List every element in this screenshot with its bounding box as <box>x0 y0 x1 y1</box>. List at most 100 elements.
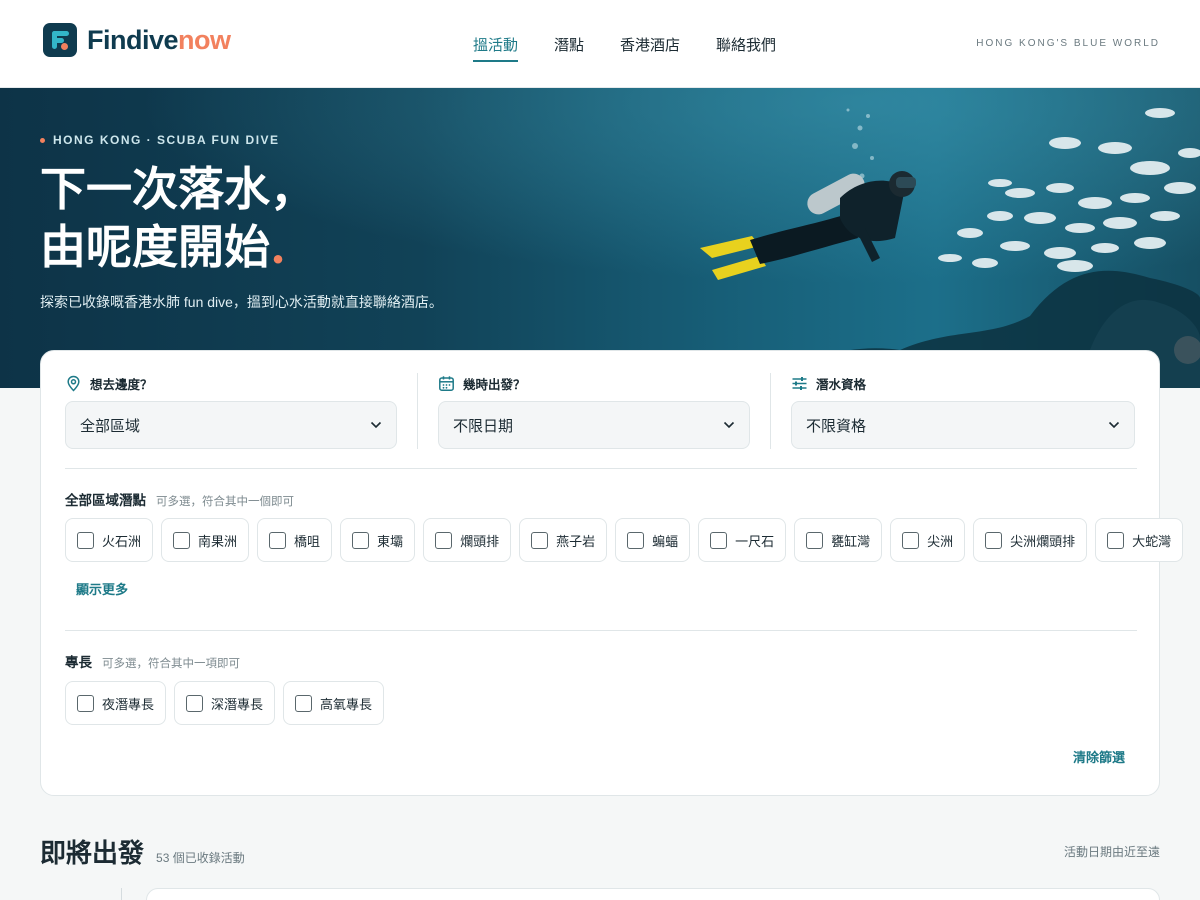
location-filter-label: 想去邊度？ <box>65 373 397 393</box>
checkbox[interactable] <box>710 531 728 549</box>
checkbox[interactable] <box>186 694 204 712</box>
filter-divider <box>770 373 771 449</box>
certification-select[interactable]: 不限資格 <box>791 401 1135 449</box>
certification-filter-label: 潛水資格 <box>791 373 1135 393</box>
sliders-icon <box>792 376 807 390</box>
dive-site-label: 橋咀 <box>294 534 321 550</box>
checkbox[interactable] <box>295 694 313 712</box>
hero-eyebrow-text: HONG KONG · SCUBA FUN DIVE <box>53 133 280 147</box>
dive-sites-section-header: 全部區域潛點 可多選，符合其中一個即可 <box>65 489 294 509</box>
checkbox[interactable] <box>806 531 824 549</box>
certification-select-value: 不限資格 <box>806 417 867 435</box>
specialties-hint: 可多選，符合其中一項即可 <box>102 658 240 670</box>
results-title: 即將出發 <box>40 839 145 869</box>
date-select-value: 不限日期 <box>453 417 514 435</box>
checkbox[interactable] <box>77 531 94 549</box>
activity-card[interactable] <box>146 888 1160 900</box>
date-filter-label: 幾時出發？ <box>438 373 750 393</box>
dive-site-label: 蝙蝠 <box>652 534 679 550</box>
dive-site-label: 尖洲 <box>927 534 954 550</box>
checkbox[interactable] <box>269 531 287 549</box>
brand-logo[interactable]: Findivenow <box>43 23 231 57</box>
section-divider <box>65 630 1137 631</box>
main-nav: 搵活動 潛點 香港酒店 聯絡我們 <box>473 34 776 62</box>
nav-find-activities[interactable]: 搵活動 <box>473 34 519 62</box>
checkbox[interactable] <box>352 531 370 549</box>
site-header: Findivenow 搵活動 潛點 香港酒店 聯絡我們 HONG KONG'S … <box>0 0 1200 88</box>
nav-hk-hotels[interactable]: 香港酒店 <box>620 34 680 59</box>
section-divider <box>65 468 1137 469</box>
date-filter-label-text: 幾時出發？ <box>463 377 526 392</box>
specialty-option[interactable]: 深潛專長 <box>174 681 276 725</box>
certification-filter: 潛水資格 不限資格 <box>791 373 1135 449</box>
chevron-down-icon <box>723 421 735 429</box>
dive-site-option[interactable]: 甕缸灣 <box>794 518 883 562</box>
checkbox[interactable] <box>435 531 453 549</box>
brand-name: Findivenow <box>87 25 231 56</box>
certification-filter-label-text: 潛水資格 <box>816 377 867 392</box>
nav-dive-sites[interactable]: 潛點 <box>554 34 584 59</box>
dive-sites-title: 全部區域潛點 <box>65 493 146 508</box>
specialties-title: 專長 <box>65 655 92 670</box>
location-pin-icon <box>67 375 80 392</box>
dive-site-label: 甕缸灣 <box>831 534 871 550</box>
dive-site-option[interactable]: 南果洲 <box>161 518 250 562</box>
date-select[interactable]: 不限日期 <box>438 401 750 449</box>
specialty-option[interactable]: 高氧專長 <box>283 681 385 725</box>
eyebrow-dot-icon <box>40 137 45 143</box>
dive-site-option[interactable]: 東壩 <box>340 518 416 562</box>
dive-site-option[interactable]: 燕子岩 <box>519 518 608 562</box>
dive-site-option[interactable]: 一尺石 <box>698 518 787 562</box>
dive-site-label: 尖洲爛頭排 <box>1010 534 1076 550</box>
dive-site-label: 燕子岩 <box>556 534 596 550</box>
chevron-down-icon <box>370 421 382 429</box>
dive-site-option[interactable]: 尖洲爛頭排 <box>973 518 1088 562</box>
checkbox[interactable] <box>173 531 191 549</box>
checkbox[interactable] <box>902 531 920 549</box>
dive-site-option[interactable]: 爛頭排 <box>423 518 512 562</box>
location-filter-label-text: 想去邊度？ <box>90 377 153 392</box>
dive-site-options: 火石洲 南果洲 橋咀 東壩 爛頭排 燕子岩 蝙蝠 一尺石 甕缸灣 尖洲 尖洲爛頭… <box>65 518 1184 562</box>
filter-panel: 想去邊度？ 全部區域 幾時出發？ 不限日期 潛水資格 不限資格 全部區域潛點 可… <box>40 350 1184 796</box>
hero-title: 下一次落水， 由呢度開始. <box>40 160 316 276</box>
chevron-down-icon <box>1108 421 1120 429</box>
brand-name-accent: now <box>178 24 231 55</box>
dive-site-label: 一尺石 <box>735 534 775 550</box>
specialty-label: 高氧專長 <box>320 697 373 713</box>
hero-title-line2-wrap: 由呢度開始. <box>40 218 316 276</box>
checkbox[interactable] <box>627 531 645 549</box>
specialty-options: 夜潛專長 深潛專長 高氧專長 <box>65 681 385 725</box>
location-filter: 想去邊度？ 全部區域 <box>65 373 397 449</box>
show-more-link[interactable]: 顯示更多 <box>76 579 128 598</box>
dive-site-option[interactable]: 橋咀 <box>257 518 333 562</box>
location-select[interactable]: 全部區域 <box>65 401 397 449</box>
checkbox[interactable] <box>531 531 549 549</box>
dive-site-option[interactable]: 尖洲 <box>890 518 966 562</box>
results-header: 即將出發 53 個已收錄活動 <box>40 833 245 870</box>
dive-site-label: 大蛇灣 <box>1132 534 1172 550</box>
checkbox[interactable] <box>1107 531 1125 549</box>
hero-subtitle: 探索已收錄嘅香港水肺 fun dive，搵到心水活動就直接聯絡酒店。 <box>40 294 443 310</box>
dive-site-option[interactable]: 蝙蝠 <box>615 518 691 562</box>
dive-site-option[interactable]: 火石洲 <box>65 518 154 562</box>
specialty-label: 夜潛專長 <box>102 697 155 713</box>
date-filter: 幾時出發？ 不限日期 <box>438 373 750 449</box>
hero-title-line2: 由呢度開始 <box>40 220 270 274</box>
timeline-line <box>121 888 122 900</box>
hero-title-line1: 下一次落水， <box>40 162 316 216</box>
checkbox[interactable] <box>985 531 1003 549</box>
specialty-label: 深潛專長 <box>211 697 264 713</box>
dive-site-label: 南果洲 <box>198 534 238 550</box>
header-tagline: HONG KONG'S BLUE WORLD <box>976 38 1160 49</box>
clear-filters-button[interactable]: 清除篩選 <box>1073 747 1125 766</box>
sort-order[interactable]: 活動日期由近至遠 <box>1064 843 1160 860</box>
hero-eyebrow: HONG KONG · SCUBA FUN DIVE <box>40 133 280 147</box>
dive-site-label: 火石洲 <box>102 534 142 550</box>
filter-divider <box>417 373 418 449</box>
results-count: 53 個已收錄活動 <box>156 851 245 865</box>
specialties-section-header: 專長 可多選，符合其中一項即可 <box>65 651 240 671</box>
dive-site-option[interactable]: 大蛇灣 <box>1095 518 1184 562</box>
specialty-option[interactable]: 夜潛專長 <box>65 681 167 725</box>
checkbox[interactable] <box>77 694 94 712</box>
nav-contact-us[interactable]: 聯絡我們 <box>716 34 776 59</box>
